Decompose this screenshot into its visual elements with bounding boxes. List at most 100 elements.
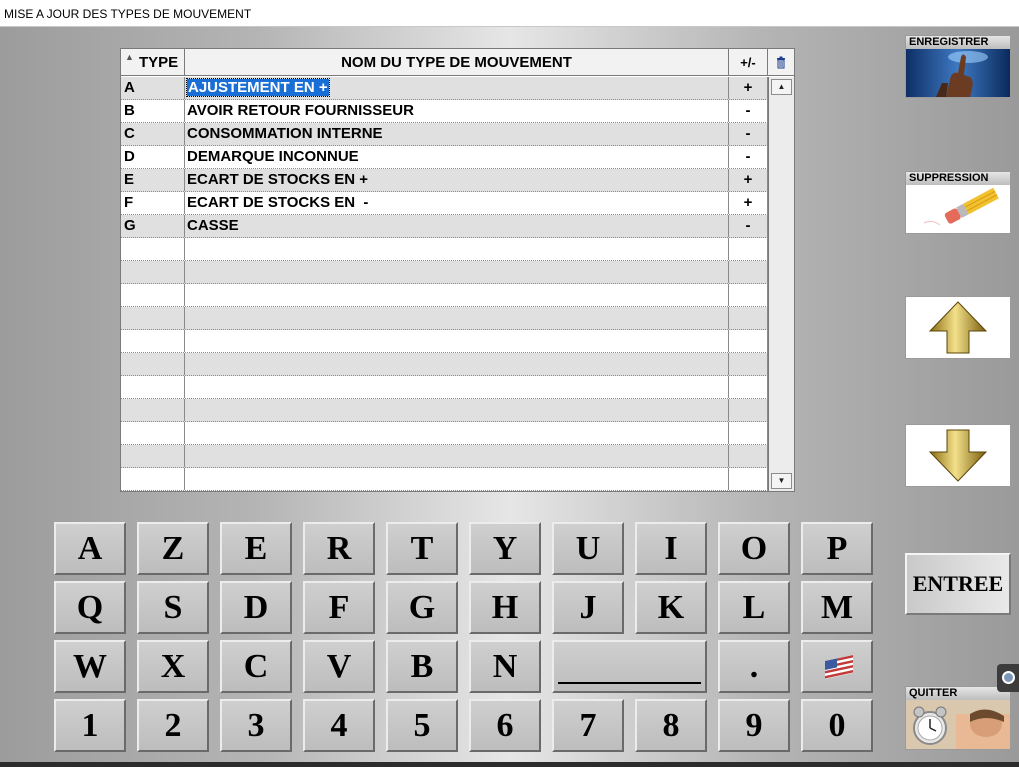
- table-row[interactable]: [121, 445, 768, 468]
- table-row[interactable]: [121, 330, 768, 353]
- table-row[interactable]: [121, 422, 768, 445]
- key-4[interactable]: 4: [303, 699, 375, 752]
- cell-sign[interactable]: [729, 468, 768, 490]
- key-5[interactable]: 5: [386, 699, 458, 752]
- cell-type[interactable]: G: [121, 215, 185, 237]
- key-g[interactable]: G: [386, 581, 458, 634]
- table-row[interactable]: G CASSE -: [121, 215, 768, 238]
- key-h[interactable]: H: [469, 581, 541, 634]
- key-z[interactable]: Z: [137, 522, 209, 575]
- table-row[interactable]: [121, 238, 768, 261]
- cell-sign[interactable]: [729, 238, 768, 260]
- table-row[interactable]: [121, 468, 768, 491]
- cell-type[interactable]: [121, 307, 185, 329]
- key-2[interactable]: 2: [137, 699, 209, 752]
- table-row[interactable]: [121, 376, 768, 399]
- key-8[interactable]: 8: [635, 699, 707, 752]
- cell-name[interactable]: [185, 307, 729, 329]
- key-k[interactable]: K: [635, 581, 707, 634]
- cell-sign[interactable]: -: [729, 215, 768, 237]
- key-w[interactable]: W: [54, 640, 126, 693]
- table-row[interactable]: A AJUSTEMENT EN + +: [121, 77, 768, 100]
- key-7[interactable]: 7: [552, 699, 624, 752]
- cell-name[interactable]: [185, 238, 729, 260]
- cell-name[interactable]: [185, 445, 729, 467]
- cell-name[interactable]: ECART DE STOCKS EN -: [185, 192, 729, 214]
- cell-type[interactable]: [121, 261, 185, 283]
- table-row[interactable]: [121, 307, 768, 330]
- table-row[interactable]: D DEMARQUE INCONNUE -: [121, 146, 768, 169]
- key-0[interactable]: 0: [801, 699, 873, 752]
- key-9[interactable]: 9: [718, 699, 790, 752]
- cell-type[interactable]: F: [121, 192, 185, 214]
- key-x[interactable]: X: [137, 640, 209, 693]
- key-1[interactable]: 1: [54, 699, 126, 752]
- cell-sign[interactable]: [729, 399, 768, 421]
- quit-button[interactable]: QUITTER: [905, 686, 1011, 750]
- table-row[interactable]: [121, 261, 768, 284]
- key-q[interactable]: Q: [54, 581, 126, 634]
- cell-name[interactable]: DEMARQUE INCONNUE: [185, 146, 729, 168]
- cell-sign[interactable]: -: [729, 100, 768, 122]
- space-key[interactable]: [552, 640, 707, 693]
- trash-icon[interactable]: [768, 49, 794, 76]
- cell-name[interactable]: ECART DE STOCKS EN +: [185, 169, 729, 191]
- key-o[interactable]: O: [718, 522, 790, 575]
- cell-name[interactable]: [185, 261, 729, 283]
- cell-sign[interactable]: +: [729, 192, 768, 214]
- table-row[interactable]: E ECART DE STOCKS EN + +: [121, 169, 768, 192]
- cell-sign[interactable]: +: [729, 169, 768, 191]
- key-dot[interactable]: .: [718, 640, 790, 693]
- cell-name[interactable]: [185, 330, 729, 352]
- cell-type[interactable]: [121, 330, 185, 352]
- cell-sign[interactable]: -: [729, 146, 768, 168]
- cell-sign[interactable]: +: [729, 77, 768, 99]
- cell-type[interactable]: D: [121, 146, 185, 168]
- cell-type[interactable]: [121, 399, 185, 421]
- key-f[interactable]: F: [303, 581, 375, 634]
- cell-name[interactable]: AJUSTEMENT EN +: [185, 77, 729, 99]
- cell-type[interactable]: E: [121, 169, 185, 191]
- key-v[interactable]: V: [303, 640, 375, 693]
- cell-sign[interactable]: -: [729, 123, 768, 145]
- cell-name[interactable]: [185, 353, 729, 375]
- table-row[interactable]: F ECART DE STOCKS EN - +: [121, 192, 768, 215]
- arrow-down-icon[interactable]: ▼: [771, 473, 792, 489]
- col-header-type[interactable]: ▲ TYPE: [121, 49, 185, 76]
- key-y[interactable]: Y: [469, 522, 541, 575]
- move-down-button[interactable]: [905, 424, 1011, 487]
- cell-type[interactable]: [121, 445, 185, 467]
- cell-type[interactable]: [121, 238, 185, 260]
- key-u[interactable]: U: [552, 522, 624, 575]
- cell-name[interactable]: [185, 468, 729, 490]
- table-row[interactable]: C CONSOMMATION INTERNE -: [121, 123, 768, 146]
- key-p[interactable]: P: [801, 522, 873, 575]
- cell-type[interactable]: [121, 284, 185, 306]
- side-panel-toggle-icon[interactable]: [997, 664, 1019, 692]
- col-header-name[interactable]: NOM DU TYPE DE MOUVEMENT: [185, 49, 729, 76]
- cell-name[interactable]: [185, 284, 729, 306]
- cell-sign[interactable]: [729, 422, 768, 444]
- cell-type[interactable]: [121, 376, 185, 398]
- cell-name[interactable]: [185, 399, 729, 421]
- key-m[interactable]: M: [801, 581, 873, 634]
- key-i[interactable]: I: [635, 522, 707, 575]
- cell-type[interactable]: B: [121, 100, 185, 122]
- cell-sign[interactable]: [729, 261, 768, 283]
- cell-type[interactable]: A: [121, 77, 185, 99]
- cell-type[interactable]: [121, 468, 185, 490]
- key-a[interactable]: A: [54, 522, 126, 575]
- arrow-up-icon[interactable]: ▲: [771, 79, 792, 95]
- cell-name[interactable]: AVOIR RETOUR FOURNISSEUR: [185, 100, 729, 122]
- delete-button[interactable]: SUPPRESSION: [905, 171, 1011, 234]
- cell-sign[interactable]: [729, 330, 768, 352]
- cell-sign[interactable]: [729, 445, 768, 467]
- cell-type[interactable]: [121, 353, 185, 375]
- cell-name[interactable]: [185, 376, 729, 398]
- key-t[interactable]: T: [386, 522, 458, 575]
- key-s[interactable]: S: [137, 581, 209, 634]
- key-b[interactable]: B: [386, 640, 458, 693]
- table-row[interactable]: [121, 399, 768, 422]
- col-header-sign[interactable]: +/-: [729, 49, 768, 76]
- language-key[interactable]: [801, 640, 873, 693]
